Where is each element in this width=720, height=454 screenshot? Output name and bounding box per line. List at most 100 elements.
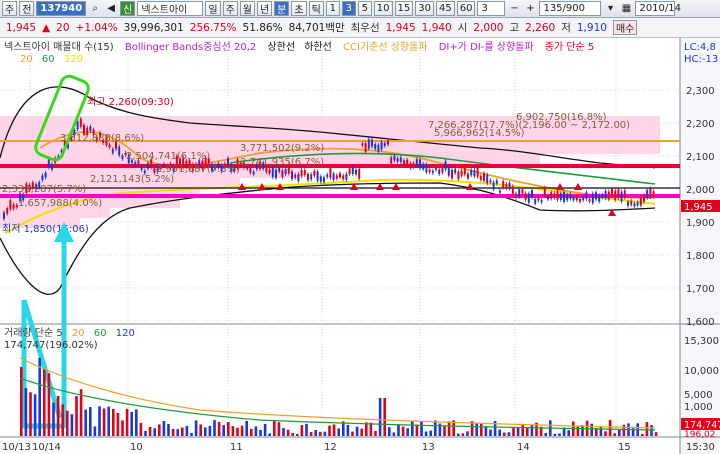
volume-bar: [434, 420, 437, 436]
volume-bar: [654, 432, 658, 436]
interval-15-button[interactable]: 15: [394, 1, 414, 16]
interval-3-button[interactable]: 3: [341, 1, 356, 16]
date-axis-label: 15:30: [686, 442, 715, 453]
chart-area[interactable]: 6,902,750(16.8%) 7,266,287(17.7%)(2,196.0…: [0, 38, 720, 454]
candle-body: [515, 193, 517, 199]
volume-bar: [641, 433, 644, 436]
candle-body: [303, 169, 306, 175]
candle-body: [556, 191, 559, 200]
candle-body: [633, 203, 636, 207]
interval-60-button[interactable]: 60: [456, 1, 476, 16]
buy-button[interactable]: 매수: [612, 20, 638, 35]
search-icon[interactable]: ⌕: [88, 1, 102, 16]
volume-bar: [337, 428, 340, 436]
candle-body: [380, 141, 383, 150]
profile-label: 3,512,888(8.6%): [60, 133, 144, 144]
price-axis-label: 2,000: [686, 185, 715, 196]
view-select[interactable]: 전: [19, 1, 35, 16]
candle-body: [435, 167, 437, 170]
volume-bar: [291, 433, 294, 436]
volume-bar: [590, 423, 593, 436]
candle-body: [511, 186, 514, 194]
candle-body: [636, 202, 639, 206]
date-axis-label: 10: [130, 442, 143, 453]
period-day-button[interactable]: 일: [205, 1, 221, 16]
candle-body: [121, 155, 124, 159]
candle-body: [463, 166, 466, 175]
volume-bar: [507, 432, 511, 436]
volume-bar: [102, 408, 106, 436]
interval-input[interactable]: 3: [477, 1, 506, 16]
stock-code-input[interactable]: 137940: [36, 1, 87, 16]
chevron-down-icon[interactable]: ▾: [603, 1, 617, 16]
volume-bar: [33, 394, 37, 436]
volume-bar: [392, 432, 396, 436]
plus-icon[interactable]: +: [523, 1, 537, 16]
volume-bar: [466, 431, 469, 436]
candle-body: [300, 169, 303, 177]
volume-bar: [208, 425, 212, 436]
volume-bar: [245, 420, 248, 436]
period-year-button[interactable]: 년: [256, 1, 273, 16]
ma-legend: 20 60 120: [20, 54, 83, 65]
volume-bar: [415, 424, 419, 436]
volume-bar: [231, 426, 235, 436]
stock-name-field[interactable]: 넥스트아이: [137, 1, 204, 16]
candle-body: [307, 173, 309, 181]
candle-body: [591, 193, 594, 204]
chart-canvas[interactable]: 6,902,750(16.8%)7,266,287(17.7%)(2,196.0…: [0, 38, 720, 454]
candle-body: [406, 159, 409, 166]
period-month-button[interactable]: 월: [239, 1, 255, 16]
volume-bar: [401, 426, 405, 436]
candle-body: [111, 148, 114, 154]
volume-bar: [300, 425, 304, 436]
volume-bar: [530, 424, 534, 436]
interval-45-button[interactable]: 45: [435, 1, 455, 16]
chart-toolbar: 주 전 137940 ⌕ ◀ 신 넥스트아이 일 주 월 년 분 초 틱 1 3…: [0, 0, 720, 18]
volume-bar: [360, 428, 363, 436]
volume-bar: [181, 427, 184, 436]
candle-body: [310, 174, 313, 180]
volume-bar: [20, 367, 23, 436]
low-price: 1,910: [576, 21, 607, 34]
volume-axis-label: 1,000: [684, 402, 713, 413]
volume-legend-60: 60: [94, 328, 107, 339]
interval-5-button[interactable]: 5: [357, 1, 372, 16]
price-strip: 1,945 ▲ 20 +1.04% 39,996,301 256.75% 51.…: [0, 18, 720, 38]
volume-bar: [47, 373, 51, 436]
price-axis-label: 2,300: [686, 86, 715, 97]
mode-select[interactable]: 주: [2, 1, 18, 16]
period-second-button[interactable]: 초: [291, 1, 307, 16]
candle-body: [409, 163, 412, 169]
candle-body: [377, 144, 380, 152]
candle-body: [118, 146, 121, 156]
volume-bar: [75, 396, 78, 436]
period-week-button[interactable]: 주: [222, 1, 238, 16]
interval-10-button[interactable]: 10: [373, 1, 393, 16]
period-tick-button[interactable]: 틱: [308, 1, 324, 16]
candle-body: [399, 157, 402, 162]
candle-body: [374, 144, 377, 150]
volume-bar: [424, 431, 428, 436]
candle-body: [396, 158, 399, 162]
candle-body: [319, 176, 322, 182]
volume-bar: [112, 408, 115, 436]
speaker-icon[interactable]: ◀: [104, 1, 118, 16]
candle-body: [451, 169, 453, 179]
volume-bar: [553, 433, 557, 436]
interval-30-button[interactable]: 30: [415, 1, 434, 16]
date-field[interactable]: 2010/14: [635, 1, 681, 16]
interval-1-button[interactable]: 1: [325, 1, 340, 16]
volume-bar: [286, 429, 290, 436]
minus-icon[interactable]: −: [507, 1, 521, 16]
legend-lower: 하한선: [304, 40, 332, 53]
calendar-icon[interactable]: ▦: [619, 1, 633, 16]
volume-bar: [158, 424, 161, 436]
candle-body: [3, 212, 5, 219]
profile-label: 5,966,962(14.5%): [434, 128, 525, 139]
candle-body: [502, 181, 505, 188]
period-minute-button[interactable]: 분: [274, 1, 290, 16]
data-count-field[interactable]: 135/900: [539, 1, 602, 16]
volume-bar: [328, 425, 331, 436]
volume-bar: [185, 425, 189, 436]
